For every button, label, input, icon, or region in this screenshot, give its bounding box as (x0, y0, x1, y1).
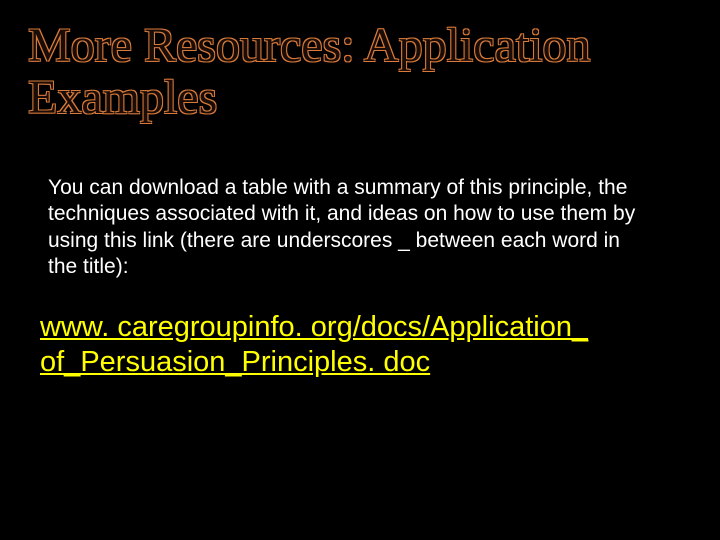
body-paragraph: You can download a table with a summary … (48, 175, 648, 280)
slide-title: More Resources: Application Examples (28, 20, 688, 124)
download-link[interactable]: www. caregroupinfo. org/docs/Application… (40, 310, 680, 380)
slide: More Resources: Application Examples You… (0, 0, 720, 540)
